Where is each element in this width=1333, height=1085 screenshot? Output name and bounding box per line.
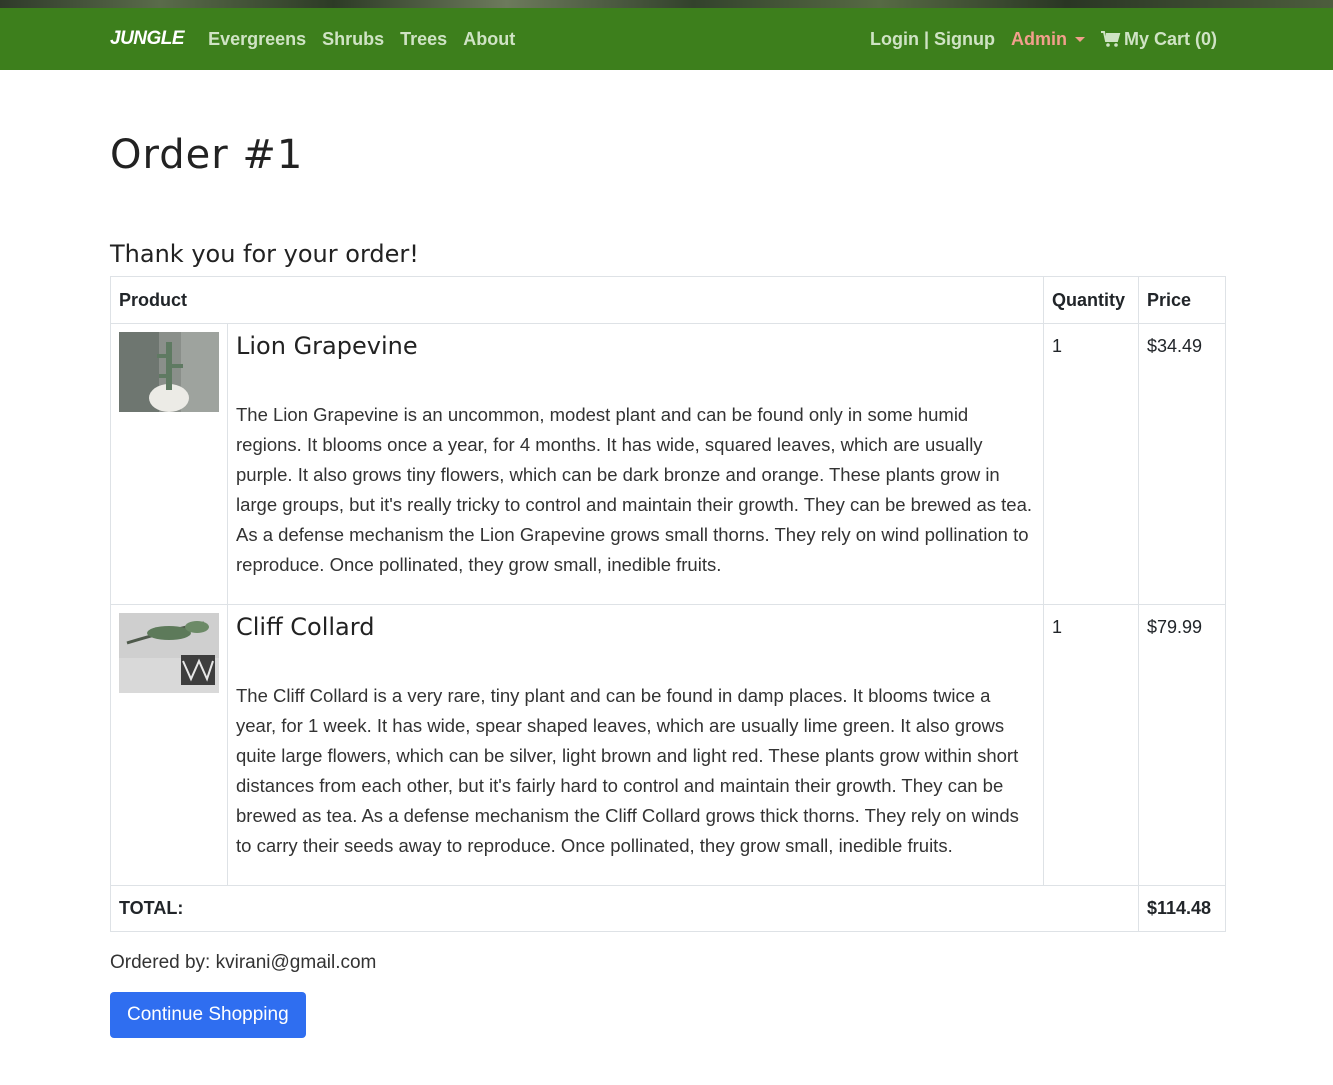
main-content: Order #1 Thank you for your order! Produ… [0, 132, 1333, 1038]
nav-link-evergreens[interactable]: Evergreens [208, 29, 306, 50]
product-info-cell: Cliff Collard The Cliff Collard is a ver… [227, 604, 1044, 886]
nav-link-trees[interactable]: Trees [400, 29, 447, 50]
column-header-price: Price [1138, 276, 1226, 324]
product-quantity: 1 [1043, 323, 1139, 605]
navbar: JUNGLE Evergreens Shrubs Trees About Log… [0, 8, 1333, 70]
product-quantity: 1 [1043, 604, 1139, 886]
product-name: Cliff Collard [236, 613, 375, 641]
product-price: $79.99 [1138, 604, 1226, 886]
product-photo [119, 332, 219, 412]
page-title: Order #1 [110, 132, 304, 178]
thank-you-heading: Thank you for your order! [110, 240, 419, 268]
total-label: TOTAL: [110, 885, 1139, 932]
product-description: The Lion Grapevine is an uncommon, modes… [236, 404, 1033, 575]
order-table: Product Quantity Price Lion Grapevine Th… [110, 276, 1226, 932]
cart-link[interactable]: My Cart (0) [1100, 28, 1217, 50]
cart-label: My Cart (0) [1123, 28, 1217, 49]
product-image-cell [110, 323, 228, 605]
login-signup-link[interactable]: Login | Signup [870, 29, 995, 50]
product-name: Lion Grapevine [236, 332, 418, 360]
nav-link-shrubs[interactable]: Shrubs [322, 29, 384, 50]
caret-down-icon [1074, 36, 1085, 42]
product-image-cell [110, 604, 228, 886]
column-header-product: Product [110, 276, 1044, 324]
header-banner-strip [0, 0, 1333, 8]
total-value: $114.48 [1138, 885, 1226, 932]
nav-right: Login | Signup Admin My Cart (0) [854, 29, 1217, 50]
total-row: TOTAL: $114.48 [110, 885, 1226, 932]
shopping-cart-icon [1100, 31, 1121, 47]
product-description: The Cliff Collard is a very rare, tiny p… [236, 685, 1019, 856]
product-price: $34.49 [1138, 323, 1226, 605]
table-header-row: Product Quantity Price [110, 276, 1226, 324]
product-info-cell: Lion Grapevine The Lion Grapevine is an … [227, 323, 1044, 605]
column-header-quantity: Quantity [1043, 276, 1139, 324]
nav-left: JUNGLE Evergreens Shrubs Trees About [110, 28, 531, 50]
product-photo [119, 613, 219, 693]
admin-dropdown[interactable]: Admin [1011, 29, 1085, 50]
table-row: Lion Grapevine The Lion Grapevine is an … [110, 323, 1226, 605]
brand-logo[interactable]: JUNGLE [110, 28, 185, 50]
continue-shopping-button[interactable]: Continue Shopping [110, 992, 306, 1038]
admin-label: Admin [1010, 28, 1067, 49]
ordered-by-text: Ordered by: kvirani@gmail.com [110, 952, 377, 973]
table-row: Cliff Collard The Cliff Collard is a ver… [110, 604, 1226, 886]
nav-link-about[interactable]: About [463, 29, 515, 50]
